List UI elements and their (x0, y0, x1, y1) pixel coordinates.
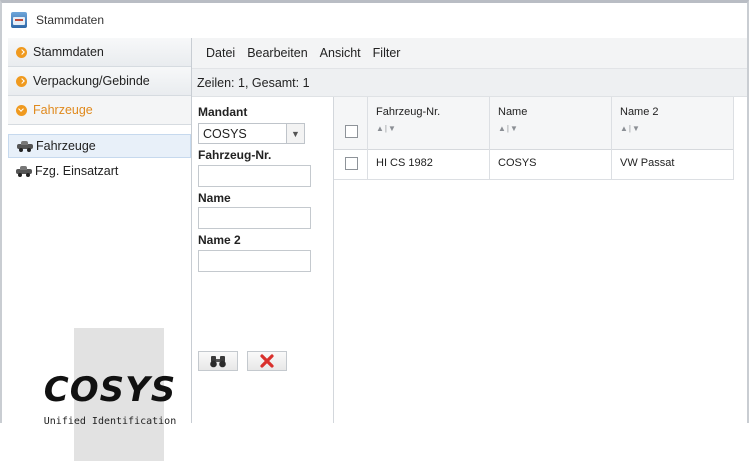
cell-fahrzeug-nr[interactable]: HI CS 1982 (368, 149, 490, 179)
main-panel: Datei Bearbeiten Ansicht Filter Zeilen: … (192, 38, 747, 423)
data-grid: Fahrzeug-Nr. ▲|▼ Name ▲|▼ Name 2 ▲|▼ HI … (334, 97, 747, 423)
sort-arrows-icon[interactable]: ▲|▼ (376, 124, 397, 133)
app-icon (10, 11, 28, 29)
row-checkbox[interactable] (345, 157, 358, 170)
header-select-cell (334, 97, 368, 149)
window-title: Stammdaten (36, 12, 105, 27)
column-title: Name 2 (620, 106, 659, 118)
name-input[interactable] (198, 207, 311, 229)
filter-panel: Mandant COSYS ▼ Fahrzeug-Nr. Name Name 2 (192, 97, 334, 423)
column-header-name[interactable]: Name ▲|▼ (490, 97, 612, 149)
chevron-circle-icon (16, 46, 27, 58)
select-all-checkbox[interactable] (345, 125, 358, 138)
chevron-down-icon[interactable]: ▼ (286, 124, 304, 143)
cell-value: COSYS (498, 157, 537, 169)
name2-input[interactable] (198, 250, 311, 272)
tree-item-fzg-einsatzart[interactable]: Fzg. Einsatzart (8, 160, 191, 182)
mandant-value: COSYS (203, 126, 247, 141)
menu-filter[interactable]: Filter (373, 46, 401, 60)
fahrzeug-nr-input[interactable] (198, 165, 311, 187)
mandant-select[interactable]: COSYS ▼ (198, 123, 305, 144)
row-select-cell (334, 149, 368, 179)
chevron-circle-icon (16, 104, 27, 116)
accordion-verpackung[interactable]: Verpackung/Gebinde (8, 67, 191, 96)
grid-header: Fahrzeug-Nr. ▲|▼ Name ▲|▼ Name 2 ▲|▼ (334, 97, 734, 150)
sidebar: Stammdaten Verpackung/Gebinde Fahrzeuge … (8, 38, 192, 461)
accordion-stammdaten[interactable]: Stammdaten (8, 38, 191, 67)
chevron-circle-icon (16, 75, 27, 87)
table-row[interactable]: HI CS 1982 COSYS VW Passat (334, 149, 734, 180)
cell-name[interactable]: COSYS (490, 149, 612, 179)
cell-value: HI CS 1982 (376, 157, 433, 169)
mandant-label: Mandant (198, 105, 248, 119)
accordion-label: Stammdaten (33, 45, 104, 59)
tree-item-label: Fahrzeuge (36, 139, 96, 153)
menu-bar: Datei Bearbeiten Ansicht Filter (192, 38, 747, 69)
logo-subtitle: Unified Identification (43, 416, 177, 427)
tree-item-fahrzeuge[interactable]: Fahrzeuge (8, 134, 191, 158)
search-button[interactable] (198, 351, 238, 371)
binoculars-icon (210, 355, 226, 367)
sort-arrows-icon[interactable]: ▲|▼ (620, 124, 641, 133)
column-title: Name (498, 106, 528, 118)
logo-text: COSYS (43, 370, 177, 410)
column-header-fahrzeug-nr[interactable]: Fahrzeug-Nr. ▲|▼ (368, 97, 490, 149)
column-header-name2[interactable]: Name 2 ▲|▼ (612, 97, 734, 149)
fahrzeug-nr-label: Fahrzeug-Nr. (198, 148, 272, 162)
cell-value: VW Passat (620, 157, 675, 169)
car-icon (16, 165, 32, 177)
menu-datei[interactable]: Datei (206, 46, 235, 60)
menu-bearbeiten[interactable]: Bearbeiten (247, 46, 307, 60)
nav-tree: Fahrzeuge Fzg. Einsatzart (8, 134, 191, 182)
red-x-icon (260, 354, 274, 368)
cell-name2[interactable]: VW Passat (612, 149, 734, 179)
accordion-label: Verpackung/Gebinde (33, 74, 150, 88)
name-label: Name (198, 191, 231, 205)
car-icon (17, 140, 33, 152)
sort-arrows-icon[interactable]: ▲|▼ (498, 124, 519, 133)
tree-item-label: Fzg. Einsatzart (35, 164, 119, 178)
name2-label: Name 2 (198, 233, 241, 247)
accordion-label: Fahrzeuge (33, 103, 93, 117)
accordion-fahrzeuge[interactable]: Fahrzeuge (8, 96, 191, 125)
clear-filter-button[interactable] (247, 351, 287, 371)
title-bar: Stammdaten (2, 3, 747, 36)
cosys-logo: COSYS Unified Identification (36, 328, 184, 461)
rows-info: Zeilen: 1, Gesamt: 1 (192, 69, 747, 97)
column-title: Fahrzeug-Nr. (376, 106, 441, 118)
menu-ansicht[interactable]: Ansicht (320, 46, 361, 60)
